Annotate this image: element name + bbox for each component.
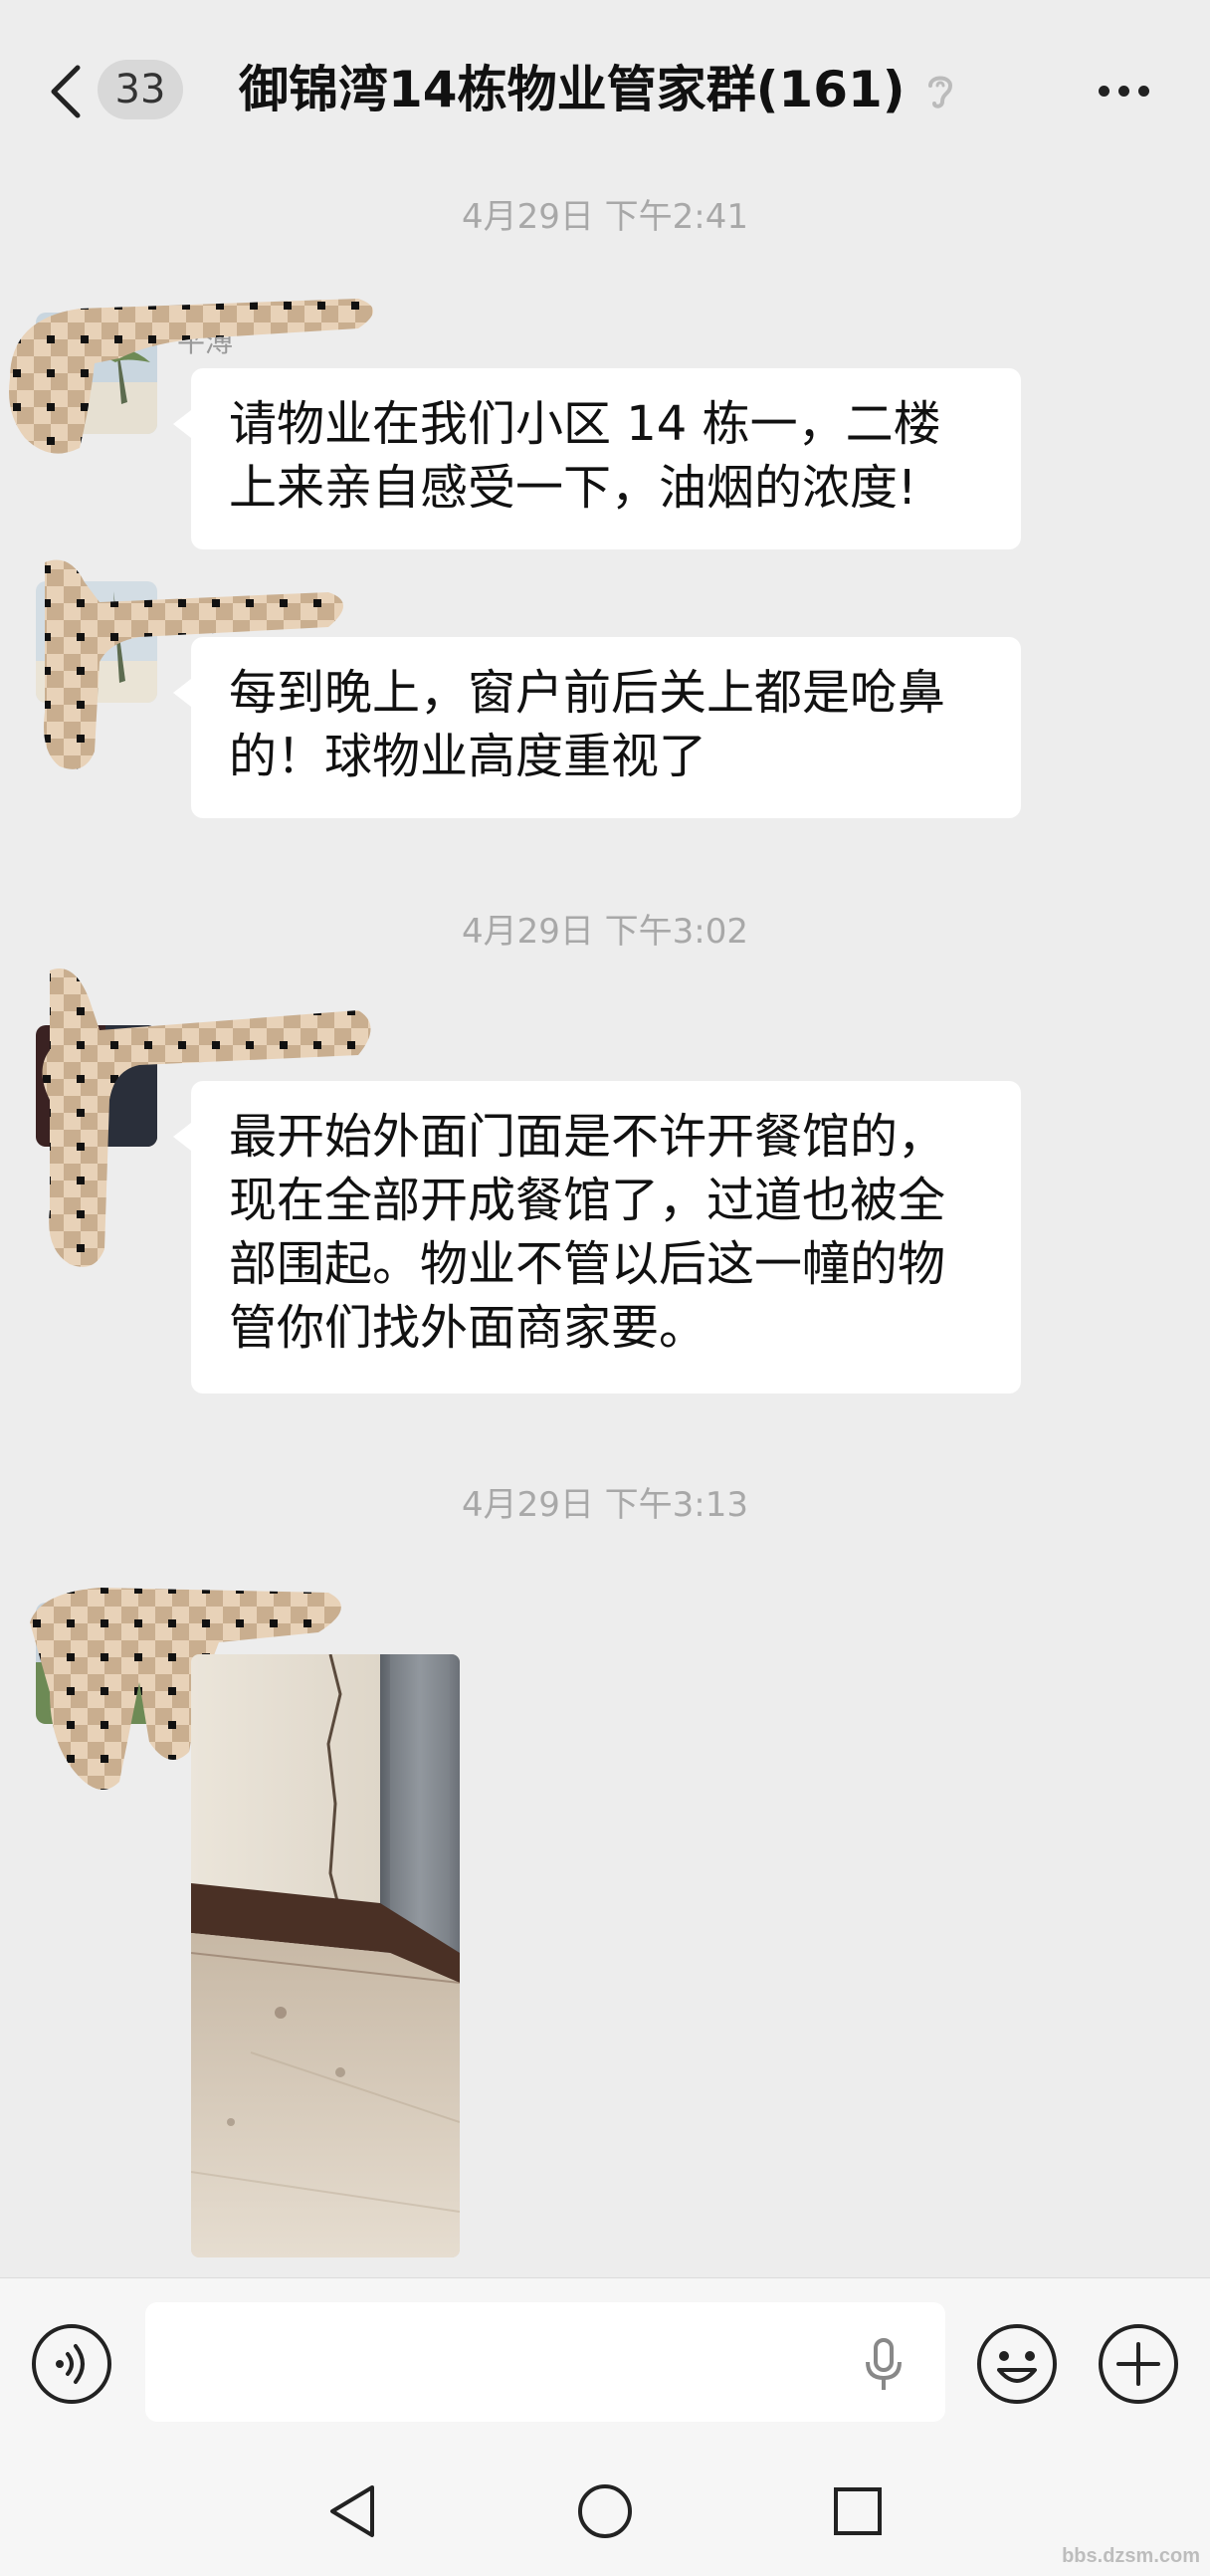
nav-recent-apps-icon[interactable] (830, 2483, 886, 2539)
message-bubble[interactable]: 最开始外面门面是不许开餐馆的，现在全部开成餐馆了，过道也被全部围起。物业不管以后… (173, 1081, 1021, 1394)
message-timestamp: 4月29日 下午2:41 (461, 197, 749, 237)
input-bar (0, 2277, 1210, 2448)
emoji-button[interactable] (975, 2322, 1059, 2406)
back-button[interactable]: 33 (40, 50, 189, 129)
message-timestamp: 4月29日 下午3:13 (461, 1485, 749, 1525)
message-bubble[interactable]: 每到晚上，窗户前后关上都是呛鼻的！球物业高度重视了 (173, 637, 1021, 818)
unread-count-badge: 33 (98, 60, 183, 119)
dot-icon (1099, 86, 1109, 97)
voice-input-button[interactable] (30, 2322, 113, 2406)
photo-message[interactable] (191, 1654, 460, 2257)
dot-icon (1138, 86, 1149, 97)
message-timestamp: 4月29日 下午3:02 (461, 912, 749, 952)
message-input[interactable] (145, 2302, 945, 2422)
message-bubble[interactable]: 请物业在我们小区 14 栋一，二楼上来亲自感受一下，油烟的浓度! (173, 368, 1021, 549)
ear-icon (928, 76, 953, 108)
chevron-left-icon (51, 65, 81, 118)
chat-header: 33 御锦湾14栋物业管家群(161) (0, 0, 1210, 179)
chat-title[interactable]: 御锦湾14栋物业管家群(161) (239, 58, 906, 121)
dot-icon (1118, 86, 1129, 97)
watermark: bbs.dzsm.com (1062, 2545, 1200, 2567)
system-navigation-bar: bbs.dzsm.com (0, 2447, 1210, 2576)
more-options-button[interactable] (1095, 72, 1154, 111)
nav-home-icon[interactable] (575, 2481, 635, 2541)
microphone-icon[interactable] (864, 2338, 904, 2392)
photo-image (191, 1654, 460, 2257)
nav-back-icon[interactable] (324, 2481, 380, 2541)
plus-button[interactable] (1097, 2322, 1180, 2406)
